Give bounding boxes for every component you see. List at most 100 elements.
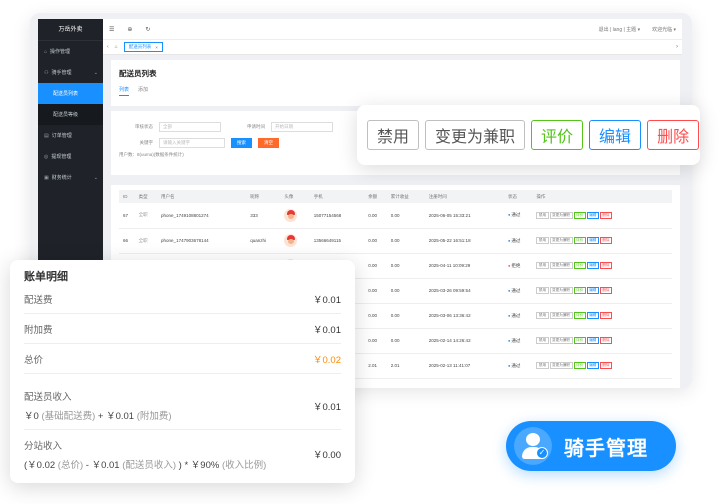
row-change-parttime-button[interactable]: 变更为兼职 xyxy=(549,237,573,244)
cell-time: 2025-06-05 15:33:21 xyxy=(424,203,504,229)
page-title: 配送员列表 xyxy=(119,69,157,78)
change-to-parttime-button[interactable]: 变更为兼职 xyxy=(425,120,526,150)
row-actions: 禁用 变更为兼职 评价 编辑 删除 xyxy=(532,303,672,329)
cell-time: 2025-04-11 10:09:29 xyxy=(424,253,504,279)
bill-label: 总价 xyxy=(24,354,44,366)
row-review-button[interactable]: 评价 xyxy=(573,287,586,294)
bill-amount: ￥0.00 xyxy=(313,450,341,461)
row-review-button[interactable]: 评价 xyxy=(573,211,586,219)
status-select[interactable]: 全部 xyxy=(159,121,221,132)
refresh-icon[interactable]: ↻ xyxy=(145,26,150,33)
row-change-parttime-button[interactable]: 变更为兼职 xyxy=(549,211,573,219)
row-delete-button[interactable]: 删除 xyxy=(599,312,613,319)
delete-button[interactable]: 删除 xyxy=(647,120,700,150)
row-delete-button[interactable]: 删除 xyxy=(599,237,613,244)
station-income-detail: 分站收入 (￥0.02 (总价) - ￥0.01 (配送员收入) ) * ￥90… xyxy=(24,438,266,471)
keyword-input[interactable]: 请输入关键字 xyxy=(159,137,225,148)
user-info[interactable]: 退出 | lang | 主题 ▾ xyxy=(599,26,641,33)
home-tab-icon[interactable]: ⌂ xyxy=(115,44,118,50)
reset-button[interactable]: 清空 xyxy=(258,137,279,148)
row-delete-button[interactable]: 删除 xyxy=(599,262,613,269)
table-column-header: 操作 xyxy=(532,190,672,203)
row-edit-button[interactable]: 编辑 xyxy=(586,262,599,269)
sidebar-item-finance[interactable]: ▣ 财务统计 ⌄ xyxy=(38,167,103,188)
row-disable-button[interactable]: 禁用 xyxy=(536,337,549,344)
menu-icon[interactable]: ☰ xyxy=(109,26,114,33)
review-button[interactable]: 评价 xyxy=(531,120,584,150)
row-edit-button[interactable]: 编辑 xyxy=(586,211,599,219)
row-change-parttime-button[interactable]: 变更为兼职 xyxy=(549,262,573,269)
row-review-button[interactable]: 评价 xyxy=(573,237,586,244)
row-review-button[interactable]: 评价 xyxy=(573,312,586,319)
row-delete-button[interactable]: 删除 xyxy=(599,337,613,344)
cell-nick: 333 xyxy=(246,203,281,229)
sidebar-item-rider-level[interactable]: 配送员等级 xyxy=(38,104,103,125)
row-disable-button[interactable]: 禁用 xyxy=(536,362,549,369)
row-edit-button[interactable]: 编辑 xyxy=(586,287,599,294)
formula-value: - ￥0.01 xyxy=(85,459,120,471)
rider-manage-icon: ✓ xyxy=(514,427,552,465)
tab-scroll-right-icon[interactable]: › xyxy=(676,44,678,50)
row-edit-button[interactable]: 编辑 xyxy=(586,237,599,244)
row-actions: 禁用 变更为兼职 评价 编辑 删除 xyxy=(532,253,672,279)
status-badge: 通过 xyxy=(503,353,533,379)
row-change-parttime-button[interactable]: 变更为兼职 xyxy=(549,362,573,369)
sidebar-item-rider-list[interactable]: 配送员列表 xyxy=(38,83,103,104)
sidebar-item-operations[interactable]: ⌂ 操作管理 xyxy=(38,41,103,62)
row-delete-button[interactable]: 删除 xyxy=(599,211,613,219)
row-delete-button[interactable]: 删除 xyxy=(599,287,613,294)
row-change-parttime-button[interactable]: 变更为兼职 xyxy=(549,312,573,319)
edit-button[interactable]: 编辑 xyxy=(589,120,642,150)
time-picker[interactable]: 开始日期 xyxy=(271,121,333,132)
search-button[interactable]: 搜索 xyxy=(231,137,252,148)
bill-label: 分站收入 xyxy=(24,440,63,452)
welcome-menu[interactable]: 欢迎光临 ▾ xyxy=(652,26,676,33)
tab-add[interactable]: 添加 xyxy=(138,86,148,96)
row-edit-button[interactable]: 编辑 xyxy=(586,312,599,319)
formula-note: (配送员收入) xyxy=(122,459,177,471)
page-header: 配送员列表 列表 添加 xyxy=(111,60,680,106)
sidebar-item-label: 骑手管理 xyxy=(51,70,72,76)
row-disable-button[interactable]: 禁用 xyxy=(536,262,549,269)
sidebar-item-label: 操作管理 xyxy=(50,49,71,55)
topbar-right: 退出 | lang | 主题 ▾ 欢迎光临 ▾ xyxy=(599,26,676,33)
cell-time: 2025-02-14 14:26:42 xyxy=(424,328,504,354)
row-review-button[interactable]: 评价 xyxy=(573,337,586,344)
row-disable-button[interactable]: 禁用 xyxy=(536,312,549,319)
row-review-button[interactable]: 评价 xyxy=(573,262,586,269)
row-disable-button[interactable]: 禁用 xyxy=(536,287,549,294)
row-actions: 禁用 变更为兼职 评价 编辑 删除 xyxy=(532,278,672,304)
tab-list[interactable]: 列表 xyxy=(119,86,130,96)
cell-nick: quanzhi xyxy=(246,228,281,254)
row-disable-button[interactable]: 禁用 xyxy=(536,237,549,244)
tab-label: 配送员列表 xyxy=(128,44,152,49)
cell-balance: 0.00 xyxy=(364,328,387,354)
formula-value: (￥0.02 xyxy=(24,459,56,471)
formula-value: + ￥0.01 xyxy=(97,411,135,422)
tab-scroll-left-icon[interactable]: ‹ xyxy=(107,44,109,50)
sidebar-item-label: 订单管理 xyxy=(51,133,72,139)
bill-title: 账单明细 xyxy=(24,271,68,283)
row-disable-button[interactable]: 禁用 xyxy=(536,211,549,219)
formula-note: (附加费) xyxy=(136,411,172,422)
cell-type: 全职 xyxy=(134,228,158,254)
subtabs: 列表 添加 xyxy=(119,86,672,96)
sidebar-item-rider[interactable]: ⚇ 骑手管理 ⌄ xyxy=(38,62,103,83)
cell-time: 2025-03-26 09:59:54 xyxy=(424,278,504,304)
row-change-parttime-button[interactable]: 变更为兼职 xyxy=(549,337,573,344)
row-edit-button[interactable]: 编辑 xyxy=(586,362,599,369)
row-change-parttime-button[interactable]: 变更为兼职 xyxy=(549,287,573,294)
row-delete-button[interactable]: 删除 xyxy=(599,362,613,369)
close-icon[interactable]: × xyxy=(155,45,158,50)
sidebar-item-withdraw[interactable]: ◎ 提现管理 xyxy=(38,146,103,167)
withdraw-icon: ◎ xyxy=(44,153,49,160)
table-column-header: 状态 xyxy=(503,190,533,203)
sidebar-item-orders[interactable]: ▤ 订单管理 xyxy=(38,125,103,146)
tab-rider-list[interactable]: 配送员列表 × xyxy=(123,42,163,52)
globe-icon[interactable]: ⊕ xyxy=(127,26,132,33)
rider-income-detail: 配送员收入 ￥0 (基础配送费) + ￥0.01 (附加费) xyxy=(24,389,172,422)
row-review-button[interactable]: 评价 xyxy=(573,362,586,369)
cell-username: phone_1749108801274 xyxy=(157,203,247,229)
row-edit-button[interactable]: 编辑 xyxy=(586,337,599,344)
disable-button[interactable]: 禁用 xyxy=(367,120,420,150)
